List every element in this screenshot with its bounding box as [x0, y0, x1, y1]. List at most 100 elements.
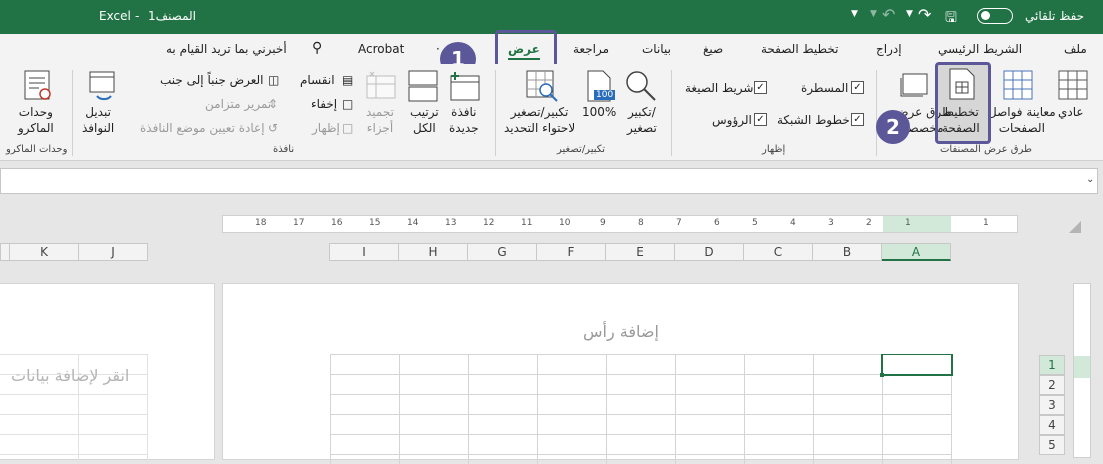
tab-review[interactable]: مراجعة [573, 42, 609, 56]
zoom-to-selection-icon [526, 70, 558, 102]
group-label-zoom: تكبير/تصغير [557, 144, 606, 155]
add-data-placeholder[interactable]: انقر لإضافة بيانات [11, 366, 129, 385]
ruler-tick: 4 [790, 218, 796, 228]
reset-position-icon: ↺ [268, 121, 279, 135]
ruler-tick: 18 [255, 218, 267, 228]
cell-grid[interactable] [330, 354, 953, 464]
new-window-label-2: جديدة [449, 121, 479, 135]
ruler-tick: 6 [714, 218, 720, 228]
zoom-label-2: تصغير [627, 121, 657, 135]
macros-label-1: وحدات [18, 105, 53, 119]
tab-formulas[interactable]: صيغ [703, 42, 723, 56]
tab-file[interactable]: ملف [1064, 42, 1087, 56]
autosave-toggle[interactable] [977, 8, 1013, 24]
search-icon[interactable]: ⚲ [312, 40, 322, 56]
headings-checkbox[interactable]: ✓ [754, 113, 767, 126]
column-header-e[interactable]: E [605, 243, 675, 261]
page-layout-highlight [935, 62, 991, 144]
zoom-icon [626, 71, 656, 101]
zoom-to-selection-button[interactable]: تكبير/تصغير لاحتواء التحديد [504, 104, 575, 136]
select-all-corner[interactable] [1068, 220, 1082, 234]
title-separator: - [135, 9, 140, 23]
row-header-5[interactable]: 5 [1039, 435, 1065, 455]
zoom-100-badge: 100 [594, 90, 616, 100]
formula-bar[interactable]: ⌄ [0, 168, 1098, 194]
row-header-3[interactable]: 3 [1039, 395, 1065, 415]
arrange-all-icon [408, 70, 438, 102]
arrange-label-2: الكل [413, 121, 436, 135]
undo-icon[interactable]: ↶ [882, 5, 895, 24]
ruler-tick: 17 [293, 218, 305, 228]
arrange-all-button[interactable]: ترتيب الكل [410, 104, 439, 136]
tab-page-layout[interactable]: تخطيط الصفحة [761, 42, 838, 56]
redo-dropdown-icon[interactable]: ▼ [906, 9, 913, 19]
column-header-partial[interactable] [0, 243, 10, 261]
column-header-c[interactable]: C [743, 243, 813, 261]
arrange-label-1: ترتيب [410, 105, 439, 119]
redo-icon[interactable]: ↷ [918, 5, 931, 24]
freeze-panes-button[interactable]: تجميد أجزاء [366, 104, 394, 136]
header-placeholder[interactable]: إضافة رأس [583, 322, 659, 341]
column-header-h[interactable]: H [398, 243, 468, 261]
tab-acrobat[interactable]: Acrobat [358, 42, 404, 56]
column-header-f[interactable]: F [536, 243, 606, 261]
tell-me-box[interactable]: أخبرني بما تريد القيام به [166, 42, 287, 56]
switch-windows-button[interactable]: تبديل النوافذ [82, 104, 114, 136]
view-tab-highlight [495, 30, 557, 68]
normal-view-icon [1058, 70, 1088, 100]
zoom-100-button[interactable]: 100% [582, 104, 616, 120]
reset-window-position-button[interactable]: إعادة تعيين موضع النافذة [140, 120, 265, 136]
ruler-checkbox[interactable]: ✓ [851, 81, 864, 94]
column-header-a[interactable]: A [881, 243, 951, 261]
row-header-2[interactable]: 2 [1039, 375, 1065, 395]
page-break-label-1: معاينة فواصل [988, 105, 1056, 119]
page-1: إضافة رأس [222, 283, 1019, 464]
ruler-tick: 15 [369, 218, 381, 228]
column-header-d[interactable]: D [674, 243, 744, 261]
ruler-tick: 16 [331, 218, 343, 228]
row-header-1[interactable]: 1 [1039, 355, 1065, 375]
hide-icon: □ [342, 97, 354, 111]
row-header-4[interactable]: 4 [1039, 415, 1065, 435]
freeze-label-2: أجزاء [366, 121, 394, 135]
zoom-button[interactable]: تكبير/ تصغير [627, 104, 657, 136]
undo-dropdown-icon[interactable]: ▼ [870, 9, 877, 19]
new-window-button[interactable]: نافذة جديدة [449, 104, 479, 136]
group-label-window: نافذة [273, 144, 295, 155]
ruler-tick: 14 [407, 218, 419, 228]
ruler-tick: 5 [752, 218, 758, 228]
side-by-side-icon: ◫ [268, 73, 280, 87]
unhide-button[interactable]: إظهار [312, 120, 340, 136]
page-break-preview-button[interactable]: معاينة فواصل الصفحات [988, 104, 1056, 136]
gridlines-checkbox[interactable]: ✓ [851, 113, 864, 126]
column-header-j[interactable]: J [78, 243, 148, 261]
tab-help[interactable]: · [436, 42, 440, 56]
ruler-tick: 12 [483, 218, 495, 228]
column-header-k[interactable]: K [9, 243, 79, 261]
split-button[interactable]: انقسام [300, 72, 335, 88]
ruler-tick: 8 [638, 218, 644, 228]
sync-scroll-button[interactable]: تمرير متزامن [205, 96, 271, 112]
formula-bar-expand-icon[interactable]: ⌄ [1086, 174, 1094, 185]
tab-home[interactable]: الشريط الرئيسي [938, 42, 1022, 56]
vertical-ruler [1073, 283, 1091, 458]
view-side-by-side-button[interactable]: العرض جنباً إلى جنب [160, 72, 263, 88]
ruler-tick: 10 [559, 218, 571, 228]
column-header-g[interactable]: G [467, 243, 537, 261]
normal-view-button[interactable]: عادي [1058, 104, 1084, 120]
save-icon[interactable]: 🖫 [945, 7, 957, 31]
customize-qat-icon[interactable]: ▼ [851, 9, 858, 19]
title-bar: حفظ تلقائي 🖫 ↷ ▼ ↶ ▼ ▼ المصنف1 - Excel [0, 0, 1103, 34]
macros-button[interactable]: وحدات الماكرو [18, 104, 54, 136]
tab-insert[interactable]: إدراج [876, 42, 902, 56]
column-header-b[interactable]: B [812, 243, 882, 261]
callout-2: 2 [876, 110, 910, 144]
custom-views-icon [900, 73, 928, 97]
ruler-tick: 13 [445, 218, 457, 228]
column-header-i[interactable]: I [329, 243, 399, 261]
ruler-tick: 11 [521, 218, 533, 228]
tab-data[interactable]: بيانات [642, 42, 671, 56]
hide-button[interactable]: إخفاء [311, 96, 337, 112]
ruler-tick: 7 [676, 218, 682, 228]
formula-bar-checkbox[interactable]: ✓ [754, 81, 767, 94]
